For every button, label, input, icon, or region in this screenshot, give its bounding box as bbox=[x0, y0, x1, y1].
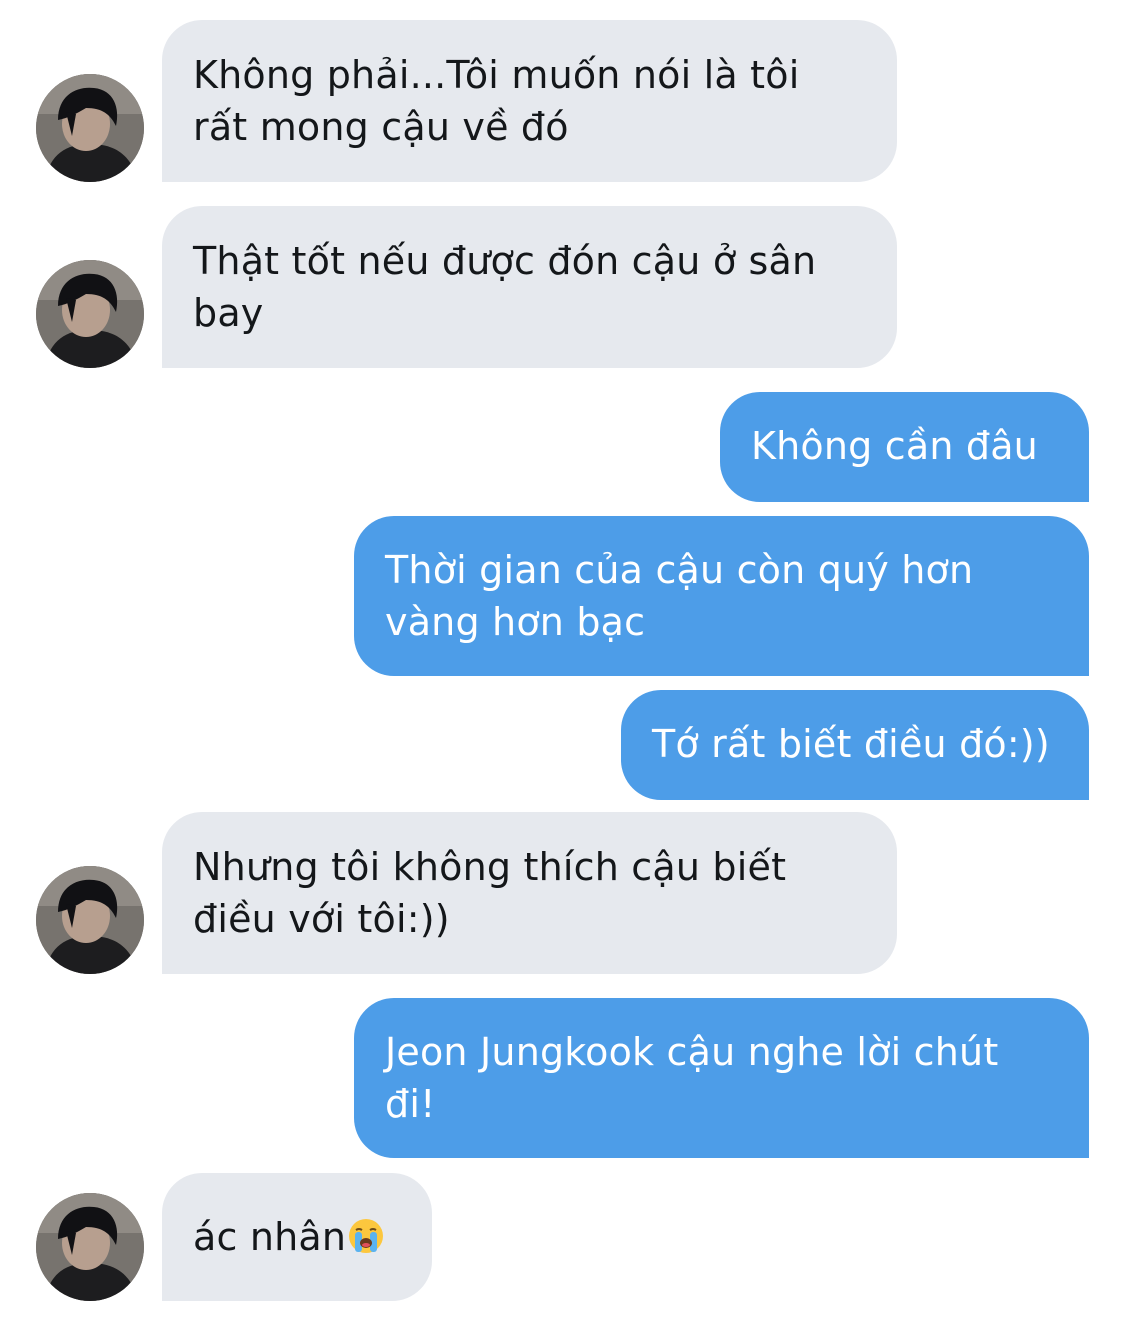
message-text-line: đi! bbox=[385, 1082, 436, 1126]
message-text-line: vàng hơn bạc bbox=[385, 600, 646, 644]
message-bubble-incoming[interactable]: Thật tốt nếu được đón cậu ở sân bay bbox=[162, 206, 897, 368]
message-bubble-incoming[interactable]: Nhưng tôi không thích cậu biết điều với … bbox=[162, 812, 897, 974]
message-text-line: bay bbox=[193, 291, 264, 335]
loudly-crying-face-emoji-icon bbox=[349, 1219, 384, 1253]
contact-avatar[interactable] bbox=[36, 866, 144, 974]
message-text-line: ác nhân bbox=[193, 1211, 402, 1263]
message-text-line: Không cần đâu bbox=[751, 424, 1038, 468]
message-bubble-outgoing[interactable]: Thời gian của cậu còn quý hơn vàng hơn b… bbox=[354, 516, 1089, 676]
avatar-photo-icon bbox=[36, 866, 144, 974]
message-text-line: Không phải...Tôi muốn nói là tôi bbox=[193, 53, 800, 97]
avatar-photo-icon bbox=[36, 1193, 144, 1301]
message-text-line: Nhưng tôi không thích cậu biết bbox=[193, 845, 787, 889]
contact-avatar[interactable] bbox=[36, 260, 144, 368]
message-bubble-incoming[interactable]: Không phải...Tôi muốn nói là tôi rất mon… bbox=[162, 20, 897, 182]
contact-avatar[interactable] bbox=[36, 1193, 144, 1301]
message-bubble-outgoing[interactable]: Không cần đâu bbox=[720, 392, 1089, 502]
message-text-line: Thật tốt nếu được đón cậu ở sân bbox=[193, 239, 817, 283]
message-text-line: Jeon Jungkook cậu nghe lời chút bbox=[385, 1030, 999, 1074]
message-text-line: Thời gian của cậu còn quý hơn bbox=[385, 548, 974, 592]
message-text-line: điều với tôi:)) bbox=[193, 897, 450, 941]
message-thread: Không phải...Tôi muốn nói là tôi rất mon… bbox=[0, 0, 1125, 1329]
message-bubble-incoming[interactable]: ác nhân bbox=[162, 1173, 432, 1301]
message-text-line: rất mong cậu về đó bbox=[193, 105, 569, 149]
avatar-photo-icon bbox=[36, 260, 144, 368]
contact-avatar[interactable] bbox=[36, 74, 144, 182]
avatar-photo-icon bbox=[36, 74, 144, 182]
message-text: ác nhân bbox=[193, 1215, 347, 1259]
message-bubble-outgoing[interactable]: Tớ rất biết điều đó:)) bbox=[621, 690, 1089, 800]
message-text-line: Tớ rất biết điều đó:)) bbox=[652, 722, 1050, 766]
message-bubble-outgoing[interactable]: Jeon Jungkook cậu nghe lời chút đi! bbox=[354, 998, 1089, 1158]
